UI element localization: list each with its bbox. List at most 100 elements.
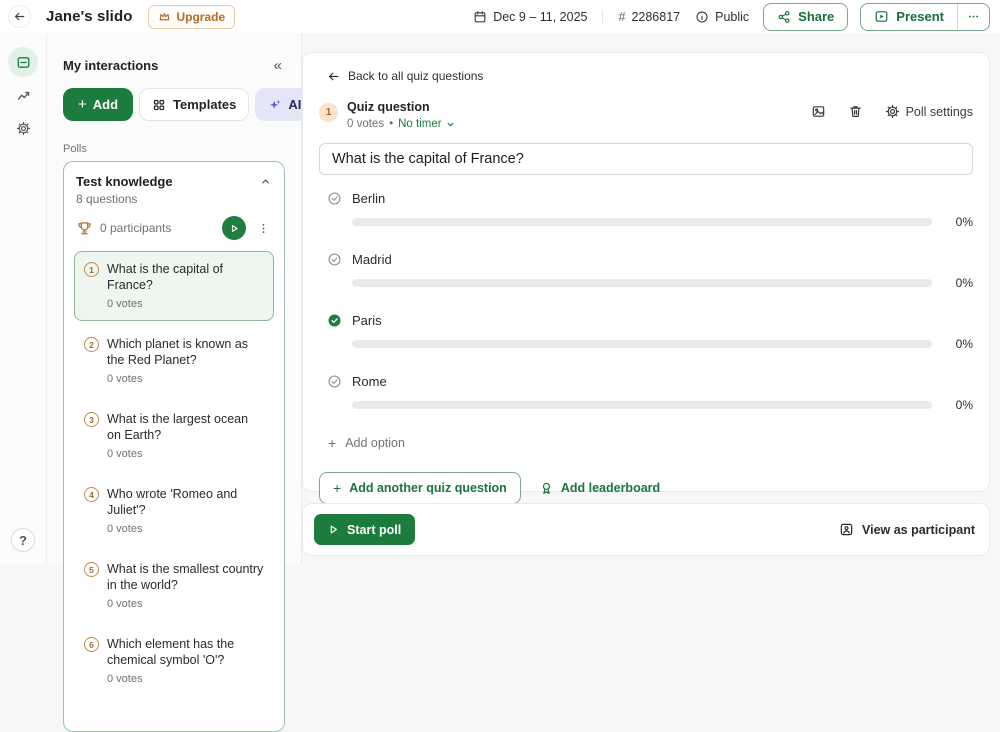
event-code: # 2286817 xyxy=(618,10,680,24)
question-list-item[interactable]: 3 What is the largest ocean on Earth? 0 … xyxy=(74,401,274,471)
templates-button[interactable]: Templates xyxy=(139,88,249,121)
option-label[interactable]: Madrid xyxy=(352,252,392,267)
question-item-text: What is the smallest country in the worl… xyxy=(107,561,264,593)
quiz-editor-card: Back to all quiz questions 1 Quiz questi… xyxy=(302,52,990,492)
add-actions-row: + Add another quiz question Add leaderbo… xyxy=(319,472,973,504)
chevron-down-icon xyxy=(445,119,456,130)
option-result-row: 0% xyxy=(352,215,973,229)
view-as-participant-button[interactable]: View as participant xyxy=(839,522,975,537)
add-option-button[interactable]: + Add option xyxy=(319,435,405,451)
back-link-label: Back to all quiz questions xyxy=(348,69,483,83)
poll-question-count: 8 questions xyxy=(74,192,274,206)
present-button[interactable]: Present xyxy=(861,4,957,30)
question-list-item[interactable]: 5 What is the smallest country in the wo… xyxy=(74,551,274,621)
question-number-badge: 4 xyxy=(84,487,99,502)
event-code-value: 2286817 xyxy=(631,10,680,24)
option-label[interactable]: Paris xyxy=(352,313,382,328)
correct-toggle-icon[interactable] xyxy=(327,374,342,389)
sidebar-header: My interactions « xyxy=(63,56,285,75)
play-poll-button[interactable] xyxy=(222,216,246,240)
topbar: Jane's slido Upgrade Dec 9 – 11, 2025 # … xyxy=(0,0,1000,33)
present-button-group: Present xyxy=(860,3,990,31)
trash-icon xyxy=(848,104,863,119)
poll-title: Test knowledge xyxy=(76,174,173,189)
add-leaderboard-button[interactable]: Add leaderboard xyxy=(539,481,660,496)
poll-menu-button[interactable] xyxy=(255,220,272,237)
back-button[interactable] xyxy=(8,5,31,28)
add-label: Add xyxy=(93,97,118,112)
option-label[interactable]: Berlin xyxy=(352,191,385,206)
back-to-questions-link[interactable]: Back to all quiz questions xyxy=(319,69,483,83)
question-list-item[interactable]: 2 Which planet is known as the Red Plane… xyxy=(74,326,274,396)
view-as-participant-label: View as participant xyxy=(862,523,975,537)
question-list-item[interactable]: 1 What is the capital of France? 0 votes xyxy=(74,251,274,321)
question-item-body: Who wrote 'Romeo and Juliet'? 0 votes xyxy=(107,486,264,535)
question-input[interactable] xyxy=(319,143,973,175)
poll-footer-bar: Start poll View as participant xyxy=(302,503,990,556)
poll-settings-button[interactable]: Poll settings xyxy=(885,104,973,119)
correct-toggle-icon[interactable] xyxy=(327,191,342,206)
correct-toggle-icon[interactable] xyxy=(327,252,342,267)
question-item-text: Which planet is known as the Red Planet? xyxy=(107,336,264,368)
question-list-item[interactable]: 4 Who wrote 'Romeo and Juliet'? 0 votes xyxy=(74,476,274,546)
add-image-button[interactable] xyxy=(811,104,826,119)
analytics-icon xyxy=(16,88,31,103)
collapse-poll-button[interactable] xyxy=(259,175,272,188)
rail-item-settings[interactable] xyxy=(8,113,38,143)
option-percent: 0% xyxy=(942,276,973,290)
share-icon xyxy=(777,10,791,24)
question-number-badge: 5 xyxy=(84,562,99,577)
add-quiz-question-button[interactable]: + Add another quiz question xyxy=(319,472,521,504)
rail-item-interactions[interactable] xyxy=(8,47,38,77)
page-title: Jane's slido xyxy=(46,8,132,25)
question-item-text: Who wrote 'Romeo and Juliet'? xyxy=(107,486,264,518)
question-item-votes: 0 votes xyxy=(107,373,264,385)
option-label[interactable]: Rome xyxy=(352,374,387,389)
interactions-icon xyxy=(16,55,31,70)
templates-label: Templates xyxy=(173,97,236,112)
calendar-icon xyxy=(473,10,487,24)
present-more-button[interactable] xyxy=(957,4,989,30)
option-label-row: Paris xyxy=(319,313,973,328)
option-progress-bar xyxy=(352,279,932,287)
share-label: Share xyxy=(798,9,834,24)
event-date: Dec 9 – 11, 2025 xyxy=(473,10,587,24)
present-icon xyxy=(874,9,889,24)
crown-icon xyxy=(158,10,171,23)
trophy-icon xyxy=(76,220,93,237)
visibility-status[interactable]: Public xyxy=(695,10,749,24)
correct-answer-icon[interactable] xyxy=(327,313,342,328)
add-option-label: Add option xyxy=(345,436,405,450)
rail-item-analytics[interactable] xyxy=(8,80,38,110)
delete-question-button[interactable] xyxy=(848,104,863,119)
chevrons-left-icon: « xyxy=(274,57,282,74)
start-poll-label: Start poll xyxy=(347,523,401,537)
plus-icon: + xyxy=(333,480,341,496)
interactions-sidebar: My interactions « + Add Templates AI Pol… xyxy=(47,33,302,564)
question-header-row: 1 Quiz question 0 votes • No timer xyxy=(319,100,973,130)
option-progress-bar xyxy=(352,218,932,226)
participant-view-icon xyxy=(839,522,854,537)
poll-settings-label: Poll settings xyxy=(906,105,973,119)
help-button[interactable]: ? xyxy=(11,528,35,552)
share-button[interactable]: Share xyxy=(763,3,848,31)
play-icon xyxy=(328,524,339,535)
question-item-text: What is the largest ocean on Earth? xyxy=(107,411,264,443)
question-item-text: Which element has the chemical symbol 'O… xyxy=(107,636,264,668)
collapse-sidebar-button[interactable]: « xyxy=(271,56,285,75)
upgrade-button[interactable]: Upgrade xyxy=(148,5,235,29)
question-item-votes: 0 votes xyxy=(107,298,264,310)
question-list-item[interactable]: 6 Which element has the chemical symbol … xyxy=(74,626,274,696)
start-poll-button[interactable]: Start poll xyxy=(314,514,415,545)
timer-button[interactable]: No timer xyxy=(398,118,455,130)
question-item-body: What is the largest ocean on Earth? 0 vo… xyxy=(107,411,264,460)
arrow-left-icon xyxy=(13,10,26,23)
options-list: Berlin 0% Madrid xyxy=(319,191,973,412)
poll-card: Test knowledge 8 questions 0 participant… xyxy=(63,161,285,732)
add-quiz-question-label: Add another quiz question xyxy=(349,481,507,495)
question-number-badge: 2 xyxy=(84,337,99,352)
add-button[interactable]: + Add xyxy=(63,88,133,121)
arrow-left-icon xyxy=(327,70,340,83)
option-row: Madrid 0% xyxy=(319,252,973,290)
left-rail: ? xyxy=(0,33,47,564)
